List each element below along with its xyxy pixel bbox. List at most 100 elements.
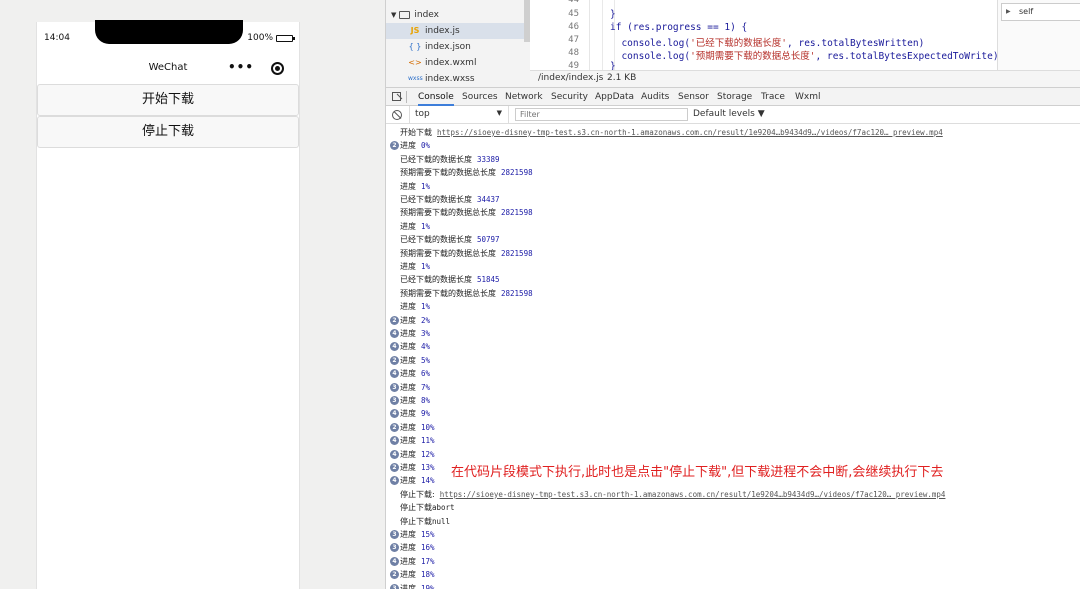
folder-icon — [399, 11, 411, 19]
log-url-link[interactable]: https://sioeye-disney-tmp-test.s3.cn-nor… — [440, 490, 946, 499]
start-download-button[interactable]: 开始下载 — [37, 84, 299, 116]
tab-audits[interactable]: Audits — [641, 88, 669, 106]
console-log-row: 进度 1% — [386, 260, 1080, 273]
repeat-count-badge: 2 — [390, 355, 399, 365]
line-gutter: 44 45 46 47 48 49 — [530, 0, 590, 70]
console-log-row: 预期需要下载的数据总长度 2821598 — [386, 247, 1080, 260]
tree-file-label: index.js — [425, 26, 460, 36]
repeat-count-badge: 4 — [390, 476, 399, 486]
repeat-count-badge: 2 — [390, 315, 399, 325]
status-battery: 100% — [247, 33, 295, 43]
console-output[interactable]: 开始下载 https://sioeye-disney-tmp-test.s3.cn… — [386, 124, 1080, 589]
console-log-text: 进度 16% — [400, 541, 435, 554]
file-status-bar: /index/index.js 2.1 KB — [530, 70, 1080, 87]
log-value: 2% — [421, 315, 431, 325]
log-value: 8% — [421, 396, 431, 405]
log-message: 已经下载的数据长度 — [400, 235, 472, 245]
tab-storage[interactable]: Storage — [717, 88, 752, 106]
log-message: 进度 — [400, 262, 416, 271]
log-value: 4% — [421, 342, 431, 352]
line-number: 47 — [568, 35, 579, 45]
console-log-row: 2 进度 18% — [386, 568, 1080, 581]
phone-screen: 14:04 100% WeChat ••• 开始下载 停止下载 — [36, 20, 300, 589]
log-value: 2821598 — [501, 248, 533, 258]
search-input[interactable]: ▶ self — [1001, 3, 1080, 21]
clear-console-icon[interactable] — [392, 110, 402, 120]
repeat-count-badge: 3 — [390, 543, 399, 553]
line-number: 46 — [568, 22, 579, 32]
json-file-icon: { } — [408, 42, 422, 51]
console-log-text: 进度 19% — [400, 582, 435, 589]
log-message: 进度 — [400, 543, 416, 553]
repeat-count-badge: 3 — [390, 583, 399, 589]
search-panel: ▶ self — [997, 0, 1080, 70]
log-value: 16% — [421, 543, 435, 553]
code-token: console.log( — [610, 51, 691, 62]
battery-icon — [276, 34, 295, 42]
log-message: 进度 — [400, 436, 416, 446]
tree-file-index-js[interactable]: JS index.js — [386, 23, 524, 39]
code-string: '预期需要下载的数据总长度' — [690, 51, 816, 62]
console-log-row: 3 进度 16% — [386, 541, 1080, 554]
log-value: 1% — [421, 181, 431, 191]
tab-security[interactable]: Security — [551, 88, 588, 106]
console-log-text: 已经下载的数据长度 34437 — [400, 193, 500, 206]
log-value: 15% — [421, 530, 435, 539]
tab-network[interactable]: Network — [505, 88, 543, 106]
stop-download-button[interactable]: 停止下载 — [37, 116, 299, 148]
log-message: 开始下载 — [400, 128, 432, 137]
tree-file-index-wxss[interactable]: wxss index.wxss — [386, 71, 524, 87]
log-value: 2821598 — [501, 288, 533, 298]
code-line: console.log('预期需要下载的数据总长度', res.totalByt… — [610, 48, 998, 62]
console-log-text: 进度 12% — [400, 448, 435, 461]
tab-trace[interactable]: Trace — [761, 88, 785, 106]
code-line: if (res.progress == 1) { — [610, 22, 748, 33]
tab-appdata[interactable]: AppData — [595, 88, 634, 106]
tree-file-label: index.wxss — [425, 74, 475, 84]
console-log-text: 预期需要下载的数据总长度 2821598 — [400, 166, 533, 179]
nav-bar: WeChat ••• — [37, 54, 299, 84]
repeat-count-badge: 4 — [390, 436, 399, 446]
console-log-text: 进度 3% — [400, 327, 430, 340]
context-select[interactable]: top ▼ — [409, 106, 509, 123]
tree-file-index-json[interactable]: { } index.json — [386, 39, 524, 55]
code-editor[interactable]: 44 45 46 47 48 49 } if (res.progress == … — [530, 0, 1000, 70]
close-capsule-icon[interactable] — [271, 62, 284, 75]
red-annotation: 在代码片段模式下执行,此时也是点击"停止下载",但下载进程不会中断,会继续执行下… — [451, 465, 944, 480]
log-message: 进度 — [400, 329, 416, 338]
tab-console[interactable]: Console — [418, 88, 454, 106]
console-log-text: 停止下载null — [400, 515, 450, 528]
tree-folder-index[interactable]: ▼ index — [386, 7, 524, 23]
log-value: 17% — [421, 556, 435, 566]
log-value: 3% — [421, 329, 431, 338]
log-value: 50797 — [477, 235, 500, 245]
tab-sensor[interactable]: Sensor — [678, 88, 709, 106]
repeat-count-badge: 2 — [390, 141, 399, 151]
tab-sources[interactable]: Sources — [462, 88, 498, 106]
context-value: top — [415, 109, 430, 119]
inspect-element-icon[interactable] — [392, 92, 401, 101]
more-menu-icon[interactable]: ••• — [228, 60, 254, 74]
log-value: 10% — [421, 422, 435, 432]
console-log-row: 已经下载的数据长度 51845 — [386, 273, 1080, 286]
log-url-link[interactable]: https://sioeye-disney-tmp-test.s3.cn-nor… — [437, 128, 943, 137]
console-log-text: 进度 11% — [400, 434, 435, 447]
tree-file-index-wxml[interactable]: <> index.wxml — [386, 55, 524, 71]
log-message: 停止下载 — [400, 503, 432, 513]
log-value: 7% — [421, 382, 431, 392]
log-value: 1% — [421, 302, 431, 312]
filter-input[interactable] — [515, 108, 688, 121]
console-log-row: 3 进度 7% — [386, 381, 1080, 394]
console-log-row: 已经下载的数据长度 33389 — [386, 153, 1080, 166]
log-levels-select[interactable]: Default levels ▼ — [693, 109, 765, 119]
file-path: /index/index.js — [538, 73, 604, 83]
log-message: 进度 — [400, 530, 416, 539]
console-log-text: 已经下载的数据长度 50797 — [400, 233, 500, 246]
chevron-right-icon: ▶ — [1006, 8, 1011, 15]
devtools-tab-bar: Console Sources Network Security AppData… — [386, 87, 1080, 106]
console-log-row: 进度 1% — [386, 220, 1080, 233]
log-value: 14% — [421, 476, 435, 486]
tab-wxml[interactable]: Wxml — [795, 88, 821, 106]
log-message: 进度 — [400, 315, 416, 325]
log-message: 进度 — [400, 141, 416, 151]
